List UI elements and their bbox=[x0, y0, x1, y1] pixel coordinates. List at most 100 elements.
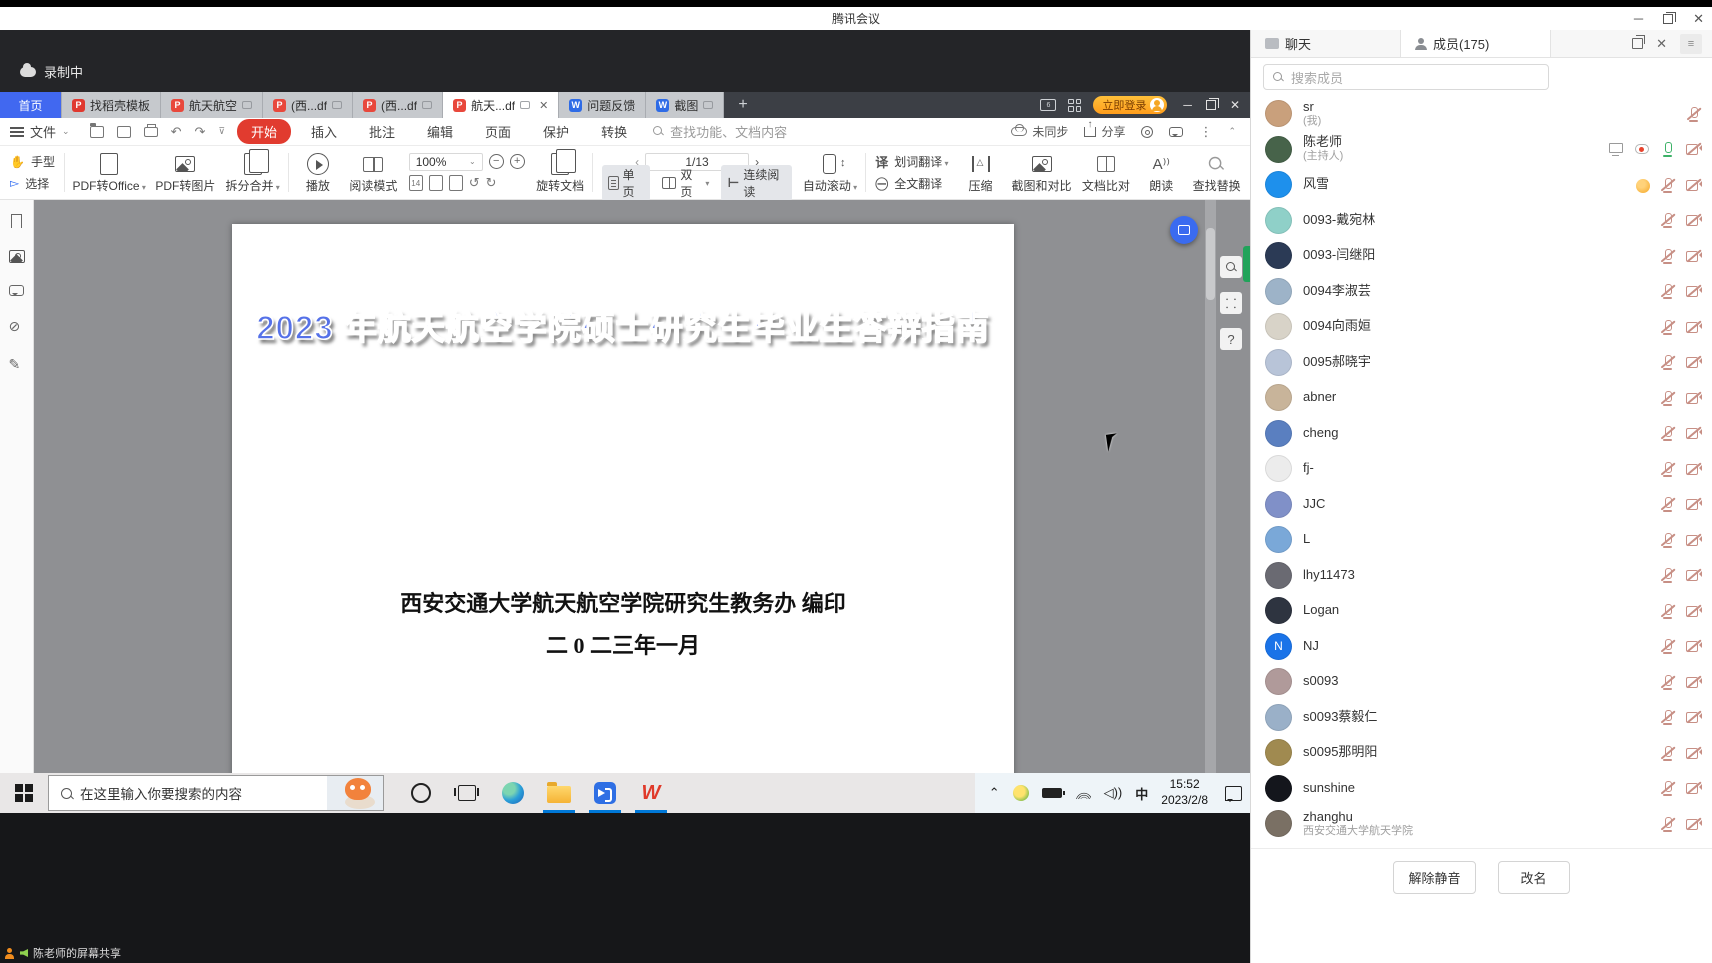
sync-status[interactable]: 未同步 bbox=[1011, 123, 1068, 140]
tab-close-icon[interactable]: ✕ bbox=[539, 99, 548, 112]
battery-icon[interactable] bbox=[1042, 788, 1062, 798]
member-search-input[interactable]: 搜索成员 bbox=[1263, 64, 1549, 90]
wps-tab-3[interactable]: P(西...df bbox=[263, 92, 353, 118]
doc-scrollbar[interactable] bbox=[1205, 200, 1216, 837]
popout-icon[interactable] bbox=[1632, 38, 1643, 49]
member-row[interactable]: 0094李淑芸 bbox=[1251, 274, 1712, 310]
panel-close-icon[interactable]: ✕ bbox=[1656, 36, 1667, 52]
start-button[interactable] bbox=[0, 773, 48, 813]
zoom-level-select[interactable]: 100%⌄ bbox=[409, 153, 483, 171]
menu-item-protect[interactable]: 保护 bbox=[531, 119, 581, 144]
print-icon[interactable] bbox=[144, 127, 158, 137]
member-row[interactable]: sr(我) bbox=[1251, 96, 1712, 132]
pdf-to-image-button[interactable]: PDF转图片 bbox=[150, 149, 220, 196]
more-options-icon[interactable]: ⋮ bbox=[1199, 124, 1212, 140]
member-row[interactable]: Logan bbox=[1251, 593, 1712, 629]
member-row[interactable]: abner bbox=[1251, 380, 1712, 416]
gear-icon[interactable] bbox=[1141, 126, 1153, 138]
rotate-right-icon[interactable]: ↻ bbox=[486, 175, 497, 191]
wps-tab-7[interactable]: W截图 bbox=[646, 92, 724, 118]
more-chevron-icon[interactable]: ⊽ bbox=[218, 126, 225, 137]
comment-bubble-icon[interactable] bbox=[1169, 127, 1183, 137]
grid-view-icon[interactable] bbox=[1068, 99, 1081, 112]
file-explorer-button[interactable] bbox=[536, 773, 582, 813]
redo-icon[interactable]: ↷ bbox=[194, 124, 205, 140]
snapshot-icon[interactable] bbox=[9, 250, 25, 263]
member-row[interactable]: 陈老师(主持人) bbox=[1251, 132, 1712, 168]
read-aloud-button[interactable]: A⁾⁾ 朗读 bbox=[1135, 149, 1187, 196]
bookmark-icon[interactable] bbox=[11, 214, 22, 228]
taskbar-search[interactable]: 在这里输入你要搜索的内容 bbox=[48, 775, 384, 811]
close-icon[interactable]: ✕ bbox=[1693, 12, 1704, 25]
wps-minimize-icon[interactable]: ─ bbox=[1183, 98, 1192, 112]
zoom-in-icon[interactable]: + bbox=[510, 154, 525, 169]
save-icon[interactable] bbox=[117, 126, 131, 138]
minimize-icon[interactable]: ─ bbox=[1634, 12, 1643, 25]
wps-restore-icon[interactable] bbox=[1206, 100, 1216, 110]
restore-icon[interactable] bbox=[1663, 14, 1673, 24]
pdf-to-office-button[interactable]: PDF转Office ▾ bbox=[68, 149, 150, 196]
doc-scrollbar-thumb[interactable] bbox=[1206, 228, 1215, 300]
doc-search-icon[interactable] bbox=[1220, 256, 1242, 278]
member-row[interactable]: 0093-闫继阳 bbox=[1251, 238, 1712, 274]
tab-chat[interactable]: 聊天 bbox=[1251, 30, 1401, 57]
undo-icon[interactable]: ↶ bbox=[171, 124, 182, 140]
single-page-button[interactable]: 单页 bbox=[602, 165, 650, 201]
meeting-app-button[interactable] bbox=[582, 773, 628, 813]
member-list[interactable]: sr(我)陈老师(主持人)风雪0093-戴宛林0093-闫继阳0094李淑芸00… bbox=[1251, 96, 1712, 841]
wps-close-icon[interactable]: ✕ bbox=[1230, 98, 1240, 112]
attachment-icon[interactable]: ⊘ bbox=[9, 318, 25, 334]
menu-item-insert[interactable]: 插入 bbox=[299, 119, 349, 144]
tray-chevron-icon[interactable]: ⌃ bbox=[989, 785, 1000, 801]
compress-button[interactable]: 压缩 bbox=[955, 149, 1007, 196]
double-page-button[interactable]: 双页▾ bbox=[656, 165, 715, 201]
wps-tab-1[interactable]: P找稻壳模板 bbox=[62, 92, 161, 118]
wps-tab-0[interactable]: 首页 bbox=[0, 92, 62, 118]
member-row[interactable]: cheng bbox=[1251, 416, 1712, 452]
fit-page-icon[interactable]: 14 bbox=[409, 175, 423, 191]
member-row[interactable]: JJC bbox=[1251, 487, 1712, 523]
wps-app-button[interactable]: W bbox=[628, 773, 674, 813]
member-row[interactable]: sunshine bbox=[1251, 771, 1712, 807]
select-tool[interactable]: ▻选择 bbox=[10, 173, 55, 195]
hand-tool[interactable]: ✋手型 bbox=[10, 151, 55, 173]
collapse-ribbon-icon[interactable]: ⌃ bbox=[1228, 126, 1236, 137]
annotation-icon[interactable] bbox=[9, 285, 24, 296]
member-row[interactable]: fj- bbox=[1251, 451, 1712, 487]
pdf-page[interactable]: 2023 年航天航空学院硕士研究生毕业生答辩指南 西安交通大学航天航空学院研究生… bbox=[232, 224, 1014, 837]
taskbar-clock[interactable]: 15:52 2023/2/8 bbox=[1161, 777, 1208, 808]
fit-height-icon[interactable] bbox=[449, 175, 463, 191]
new-tab-button[interactable]: + bbox=[724, 92, 761, 118]
menu-item-edit[interactable]: 编辑 bbox=[415, 119, 465, 144]
login-button[interactable]: 立即登录 bbox=[1093, 96, 1167, 114]
word-translate-button[interactable]: 译划词翻译 ▾ bbox=[875, 151, 948, 173]
adjust-icon[interactable]: ⸬ bbox=[1220, 292, 1242, 314]
menu-item-page[interactable]: 页面 bbox=[473, 119, 523, 144]
wps-tab-2[interactable]: P航天航空 bbox=[161, 92, 263, 118]
member-row[interactable]: 风雪 bbox=[1251, 167, 1712, 203]
action-center-icon[interactable] bbox=[1225, 786, 1242, 801]
signature-icon[interactable]: ✎ bbox=[9, 356, 25, 372]
task-view-button[interactable] bbox=[444, 773, 490, 813]
member-row[interactable]: 0093-戴宛林 bbox=[1251, 203, 1712, 239]
function-search[interactable]: 查找功能、文档内容 bbox=[653, 122, 787, 141]
wps-floating-button[interactable] bbox=[1170, 216, 1198, 244]
full-translate-button[interactable]: ㊀全文翻译 bbox=[875, 173, 948, 195]
tab-members[interactable]: 成员(175) bbox=[1401, 30, 1551, 57]
wps-tab-4[interactable]: P(西...df bbox=[353, 92, 443, 118]
read-mode-button[interactable]: 阅读模式 bbox=[344, 149, 403, 196]
cortana-button[interactable] bbox=[398, 773, 444, 813]
wifi-icon[interactable] bbox=[1075, 787, 1091, 799]
doc-compare-button[interactable]: 文档比对 bbox=[1077, 149, 1136, 196]
rotate-left-icon[interactable]: ↺ bbox=[469, 175, 480, 191]
split-merge-button[interactable]: 拆分合并 ▾ bbox=[220, 149, 285, 196]
screenshot-compare-button[interactable]: 截图和对比 bbox=[1007, 149, 1077, 196]
member-row[interactable]: s0095那明阳 bbox=[1251, 735, 1712, 771]
share-button[interactable]: 分享 bbox=[1084, 123, 1125, 140]
volume-icon[interactable]: ◁)) bbox=[1104, 785, 1123, 801]
member-row[interactable]: lhy11473 bbox=[1251, 558, 1712, 594]
auto-scroll-button[interactable]: 自动滚动 ▾ bbox=[798, 149, 863, 196]
input-method-indicator[interactable]: 中 bbox=[1135, 784, 1148, 803]
wps-tab-5[interactable]: P航天...df✕ bbox=[443, 92, 559, 118]
zoom-out-icon[interactable]: − bbox=[489, 154, 504, 169]
